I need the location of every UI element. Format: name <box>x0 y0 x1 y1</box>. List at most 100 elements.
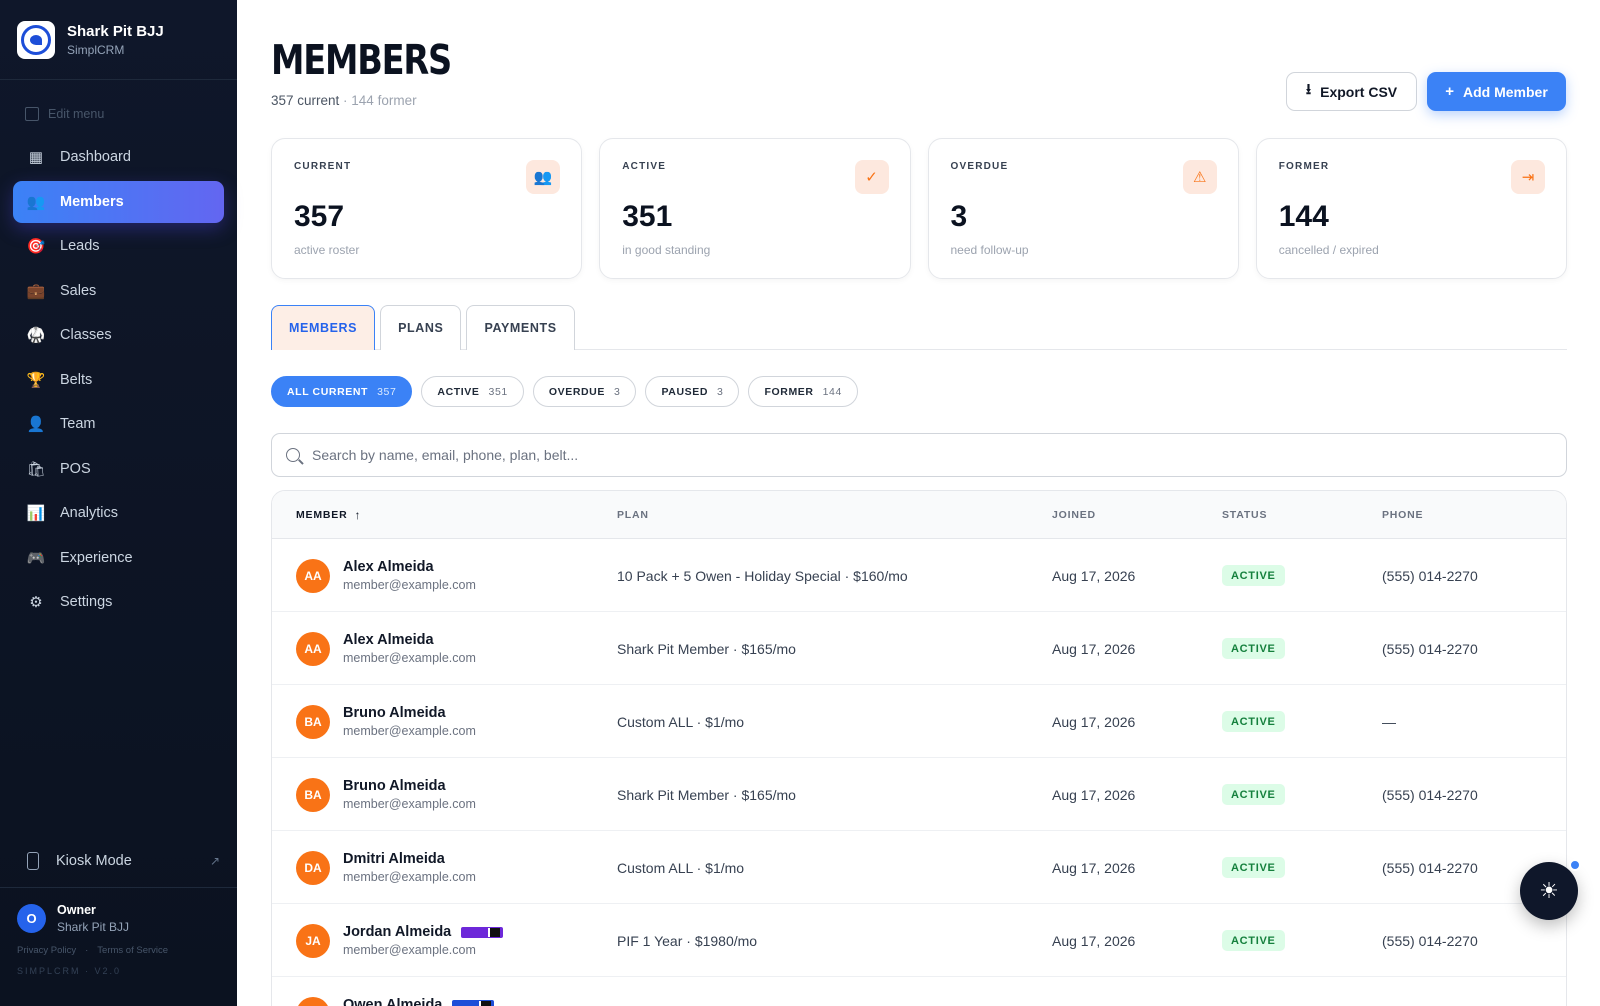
joined-cell: Aug 17, 2026 <box>1052 567 1136 584</box>
table-row[interactable]: DA Dmitri Almeida member@example.com Custom… <box>272 831 1566 904</box>
filter-label: PAUSED <box>661 385 709 398</box>
table-row[interactable]: OAOwen Almeidamember@example.com <box>272 977 1566 1006</box>
tab-payments[interactable]: PAYMENTS <box>466 305 575 350</box>
filter-count: 357 <box>377 385 397 398</box>
overdue-stat-icon: ⚠ <box>1182 160 1217 194</box>
terms-of-service-link[interactable]: Terms of Service <box>97 945 168 956</box>
search-bar[interactable] <box>271 433 1567 477</box>
joined-cell: Aug 17, 2026 <box>1052 786 1136 803</box>
column-header-plan[interactable]: PLAN <box>617 491 649 539</box>
tab-plans[interactable]: PLANS <box>380 305 462 350</box>
sidebar-item-pos[interactable]: 🛍 POS <box>13 448 224 490</box>
joined-cell: Aug 17, 2026 <box>1052 713 1136 730</box>
stat-label: OVERDUE <box>950 161 1009 172</box>
joined-cell: Aug 17, 2026 <box>1052 859 1136 876</box>
member-name[interactable]: Dmitri Almeida <box>343 851 476 867</box>
status-cell: ACTIVE <box>1222 904 1285 977</box>
member-email: member@example.com <box>343 651 476 665</box>
theme-toggle-button[interactable]: ☀ <box>1520 862 1578 920</box>
sidebar-item-dashboard[interactable]: ▦ Dashboard <box>13 136 224 178</box>
column-header-joined[interactable]: JOINED <box>1052 491 1096 539</box>
filter-chip-paused[interactable]: PAUSED 3 <box>645 376 740 407</box>
status-badge: ACTIVE <box>1222 857 1285 878</box>
filter-chip-all-current[interactable]: ALL CURRENT 357 <box>271 376 413 407</box>
active-stat-icon: ✓ <box>854 160 889 194</box>
member-name[interactable]: Owen Almeida <box>343 997 495 1006</box>
tab-members[interactable]: MEMBERS <box>271 305 376 350</box>
member-name[interactable]: Bruno Almeida <box>343 705 476 721</box>
plan-cell: Shark Pit Member · $165/mo <box>617 640 796 657</box>
stat-card-active: ACTIVE ✓ 351 in good standing <box>599 138 911 279</box>
phone-cell: (555) 014-2270 <box>1382 932 1478 949</box>
sidebar-item-members[interactable]: 👥 Members <box>13 180 224 223</box>
filter-label: FORMER <box>764 385 814 398</box>
member-name[interactable]: Alex Almeida <box>343 632 476 648</box>
avatar: OA <box>296 996 330 1006</box>
table-row[interactable]: AA Alex Almeida member@example.com 10 Pack … <box>272 539 1566 612</box>
stat-value: 3 <box>950 200 968 233</box>
member-name[interactable]: Bruno Almeida <box>343 778 476 794</box>
current-stat-icon: 👥 <box>526 160 561 194</box>
add-member-button[interactable]: + Add Member <box>1427 72 1566 111</box>
member-name[interactable]: Alex Almeida <box>343 559 476 575</box>
status-badge: ACTIVE <box>1222 638 1285 659</box>
kiosk-label: Kiosk Mode <box>56 853 132 869</box>
members-table: MEMBER ↑ PLAN JOINED STATUS PHONE AA Alex Alme… <box>271 490 1567 1006</box>
member-cell: JA Jordan Almeida member@example.com <box>296 904 504 977</box>
phone-cell: (555) 014-2270 <box>1382 567 1478 584</box>
sidebar-item-belts[interactable]: 🏆 Belts <box>13 359 224 401</box>
status-cell: ACTIVE <box>1222 685 1285 758</box>
avatar: JA <box>296 923 330 958</box>
member-cell: AA Alex Almeida member@example.com <box>296 612 476 685</box>
table-row[interactable]: AA Alex Almeida member@example.com Shark Pi… <box>272 612 1566 685</box>
table-row[interactable]: JA Jordan Almeida member@example.com PIF 1 … <box>272 904 1566 977</box>
sidebar-item-experience[interactable]: 🎮 Experience <box>13 537 224 579</box>
sidebar-item-leads[interactable]: 🎯 Leads <box>13 225 224 267</box>
member-name[interactable]: Jordan Almeida <box>343 924 504 940</box>
stat-value: 144 <box>1278 200 1329 233</box>
column-header-status[interactable]: STATUS <box>1222 491 1267 539</box>
member-email: member@example.com <box>343 578 476 592</box>
member-cell: BA Bruno Almeida member@example.com <box>296 685 476 758</box>
former-stat-icon: ⇥ <box>1511 160 1545 194</box>
member-cell: OAOwen Almeidamember@example.com <box>296 977 495 1006</box>
stat-value: 351 <box>622 200 673 233</box>
notification-dot <box>1569 859 1581 871</box>
sidebar-item-label: POS <box>60 460 91 477</box>
filter-chip-overdue[interactable]: OVERDUE 3 <box>532 376 637 407</box>
status-badge: ACTIVE <box>1222 711 1285 732</box>
owner-profile[interactable]: O Owner Shark Pit BJJ <box>17 903 220 934</box>
privacy-policy-link[interactable]: Privacy Policy <box>17 945 76 956</box>
kiosk-mode-link[interactable]: Kiosk Mode ↗ <box>13 842 220 880</box>
export-csv-button[interactable]: ⭳ Export CSV <box>1286 72 1417 111</box>
column-label: PLAN <box>617 509 649 521</box>
edit-menu-button[interactable]: Edit menu <box>0 100 237 128</box>
table-row[interactable]: BA Bruno Almeida member@example.com Shark P… <box>272 758 1566 831</box>
sidebar-item-sales[interactable]: 💼 Sales <box>13 270 224 312</box>
column-header-phone[interactable]: PHONE <box>1382 491 1423 539</box>
brand[interactable]: Shark Pit BJJ SimplCRM <box>0 0 237 80</box>
main-content: MEMBERS 357 current · 144 former ⭳ Expor… <box>237 0 1600 1006</box>
avatar: BA <box>296 704 330 739</box>
member-email: member@example.com <box>343 943 476 957</box>
download-icon: ⭳ <box>1305 81 1312 98</box>
stat-label: FORMER <box>1278 161 1330 172</box>
sun-icon: ☀ <box>1539 878 1559 903</box>
filter-chip-active[interactable]: ACTIVE 351 <box>421 376 524 407</box>
sidebar-item-analytics[interactable]: 📊 Analytics <box>13 492 224 534</box>
sidebar-item-classes[interactable]: 🥋 Classes <box>13 314 224 356</box>
sidebar-item-settings[interactable]: ⚙ Settings <box>13 581 224 623</box>
stat-value: 357 <box>294 200 345 233</box>
filter-chip-former[interactable]: FORMER 144 <box>748 376 858 407</box>
tablet-icon <box>27 852 39 870</box>
sidebar-item-label: Analytics <box>60 505 119 521</box>
member-name-text: Dmitri Almeida <box>343 851 445 867</box>
sidebar-item-team[interactable]: 👤 Team <box>13 403 224 445</box>
table-row[interactable]: BA Bruno Almeida member@example.com Custom … <box>272 685 1566 758</box>
brand-logo <box>17 20 55 59</box>
column-label: PHONE <box>1382 509 1424 521</box>
search-input[interactable] <box>312 447 1566 463</box>
member-email: member@example.com <box>343 870 476 884</box>
separator: · <box>85 945 89 956</box>
column-header-member[interactable]: MEMBER ↑ <box>296 491 361 539</box>
